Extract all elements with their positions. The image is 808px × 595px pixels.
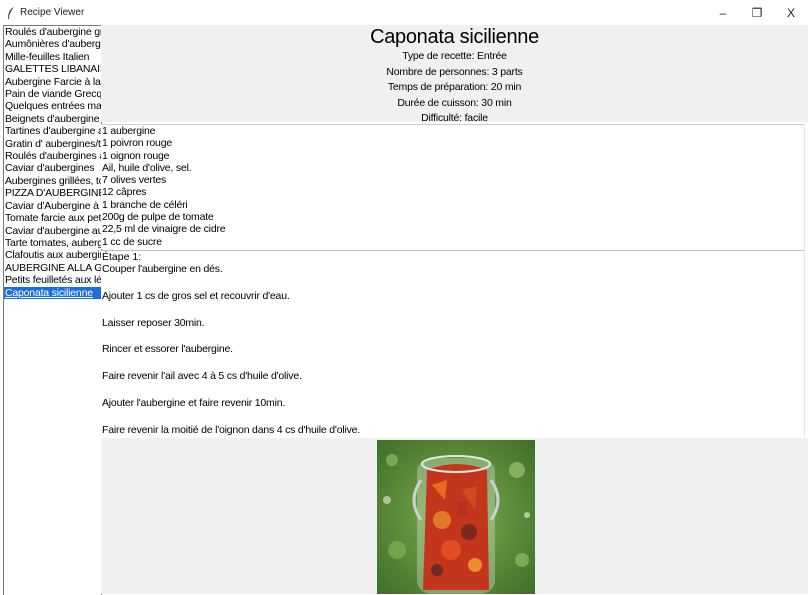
recipe-list-item[interactable]: Aumônières d'aubergines [4,38,101,50]
step-line: Rincer et essorer l'aubergine. [102,343,233,356]
recipe-list-item[interactable]: Tarte tomates, aubergines [4,237,101,249]
recipe-list-item[interactable]: Gratin d' aubergines/toma [4,138,101,150]
recipe-list-item[interactable]: Aubergine Farcie à la Gre [4,76,101,88]
ingredient-line: 1 oignon rouge [102,149,170,162]
scrollbar[interactable] [804,124,808,438]
recipe-list-item[interactable]: Quelques entrées maroca [4,100,101,112]
recipe-list-item[interactable]: Caviar d'aubergine au fron [4,225,101,237]
recipe-list-item[interactable]: Beignets d'aubergine [4,113,101,125]
step-line: Faire revenir la moitié de l'oignon dans… [102,423,361,436]
window-title: Recipe Viewer [20,7,85,18]
recipe-list-item[interactable]: Mille-feuilles Italien [4,51,101,63]
recipe-list-item[interactable]: Roulés d'aubergines au ja [4,150,101,162]
step-line: Couper l'aubergine en dés. [102,263,223,275]
step-line: Ajouter 1 cs de gros sel et recouvrir d'… [102,289,290,302]
minimize-button[interactable]: – [706,0,740,25]
steps-text-area[interactable]: Étape 1: Couper l'aubergine en dés. Ajout… [101,250,805,439]
recipe-list-item[interactable]: AUBERGINE ALLA GENC [4,262,101,274]
recipe-list[interactable]: Roulés d'aubergine grilléeAumônières d'a… [3,25,102,595]
recipe-list-item[interactable]: Petits feuilletés aux légum [4,274,101,286]
recipe-prep-time: Temps de préparation: 20 min [387,81,522,93]
recipe-list-item[interactable]: Aubergines grillées, tomat [4,175,101,187]
ingredient-line: 7 olives vertes [102,174,167,187]
step-line: Laisser reposer 30min. [102,316,205,329]
recipe-list-item[interactable]: Caviar d'aubergines [4,162,101,174]
ingredient-line: 1 branche de céléri [102,198,188,211]
recipe-list-item[interactable]: Pain de viande Grecque S [4,88,101,100]
recipe-type: Type de recette: Entrée [402,50,507,62]
ingredient-line: 1 cc de sucre [102,235,162,248]
recipe-servings: Nombre de personnes: 3 parts [386,65,523,78]
recipe-image-area [101,438,808,594]
ingredient-line: 12 câpres [102,186,147,199]
step-line: Ajouter l'aubergine et faire revenir 10m… [102,396,286,409]
recipe-list-item[interactable]: Clafoutis aux aubergines d [4,249,101,261]
step-heading: Étape 1: [102,251,142,263]
recipe-title: Caponata sicilienne [370,26,539,48]
step-line: Faire revenir l'ail avec 4 à 5 cs d'huil… [102,370,302,383]
close-button[interactable]: X [774,0,808,25]
recipe-list-item[interactable]: Tartines d'aubergine au co [4,125,101,137]
recipe-list-item[interactable]: Tomate farcie aux petits lé [4,212,101,224]
recipe-list-item[interactable]: PIZZA D'AUBERGINE [4,187,101,199]
recipe-list-item[interactable]: Roulés d'aubergine grillée [4,26,101,38]
ingredient-line: Ail, huile d'olive, sel. [102,161,192,174]
window-controls: – ❐ X [706,0,808,25]
ingredient-line: 1 poivron rouge [102,137,172,150]
ingredient-line: 1 aubergine [102,125,156,137]
title-bar: Recipe Viewer – ❐ X [0,0,808,25]
ingredient-line: 200g de pulpe de tomate [102,211,214,224]
restore-button[interactable]: ❐ [740,0,774,25]
ingredients-text-area[interactable]: 1 aubergine 1 poivron rouge 1 oignon rouge… [101,124,805,249]
recipe-list-item[interactable]: GALETTES LIBANAISES [4,63,101,75]
recipe-list-item[interactable]: Caviar d'Aubergine à l'Asi [4,200,101,212]
ingredient-line: 22,5 ml de vinaigre de cidre [102,223,226,236]
feather-icon [8,6,14,19]
recipe-photo [377,440,535,594]
recipe-list-item[interactable]: Caponata sicilienne [4,286,101,299]
recipe-cook-time: Durée de cuisson: 30 min [397,96,512,109]
recipe-header: Caponata sicilienne Type de recette: Ent… [101,25,808,124]
